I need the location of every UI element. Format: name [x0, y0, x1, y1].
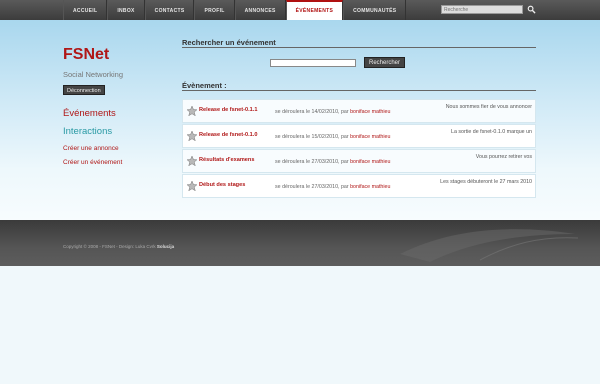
event-date-text: se déroulera le 27/03/2010, par	[275, 159, 351, 165]
logout-button[interactable]: Déconnection	[63, 85, 105, 95]
event-date-text: se déroulera le 15/02/2010, par	[275, 134, 351, 140]
search-section-title: Rechercher un événement	[182, 38, 276, 47]
star-icon	[186, 105, 198, 117]
events-section-title: Évènement :	[182, 81, 227, 90]
nav-contacts[interactable]: CONTACTS	[144, 0, 195, 20]
event-date: se déroulera le 15/02/2010, par boniface…	[275, 134, 390, 140]
site-tagline: Social Networking	[63, 70, 124, 79]
event-item: Résultats d'examens se déroulera le 27/0…	[182, 149, 536, 173]
nav-communautes[interactable]: COMMUNAUTÉS	[343, 0, 407, 20]
footer-swoosh-graphic	[400, 229, 579, 262]
event-title-link[interactable]: Release de fsnet-0.1.0	[199, 132, 257, 138]
events-list: Release de fsnet-0.1.1 se déroulera le 1…	[182, 99, 536, 199]
event-date: se déroulera le 27/03/2010, par boniface…	[275, 159, 390, 165]
section-divider	[182, 47, 536, 48]
global-search-input[interactable]	[441, 5, 523, 14]
event-author-link[interactable]: boniface mathieu	[350, 159, 390, 165]
event-description: Vous pourrez retirer vos	[475, 154, 532, 160]
nav-annonces[interactable]: ANNONCES	[234, 0, 286, 20]
main-nav: ACCUEIL INBOX CONTACTS PROFIL ANNONCES É…	[63, 0, 407, 20]
event-title-link[interactable]: Début des stages	[199, 182, 245, 188]
top-navigation-bar: ACCUEIL INBOX CONTACTS PROFIL ANNONCES É…	[0, 0, 600, 20]
nav-evenements[interactable]: ÉVÉNEMENTS	[285, 0, 344, 20]
site-logo[interactable]: FSNet	[63, 46, 109, 64]
event-description: Les stages débuteront le 27 mars 2010	[440, 179, 532, 185]
event-description: La sortie de fsnet-0.1.0 marque un	[451, 129, 532, 135]
event-description: Nous sommes fier de vous annoncer	[445, 104, 532, 110]
event-item: Release de fsnet-0.1.1 se déroulera le 1…	[182, 99, 536, 123]
create-announcement-link[interactable]: Créer une annonce	[63, 145, 119, 152]
nav-profil[interactable]: PROFIL	[194, 0, 235, 20]
search-icon[interactable]	[527, 5, 536, 14]
event-author-link[interactable]: boniface mathieu	[350, 184, 390, 190]
search-button[interactable]: Rechercher	[364, 57, 406, 68]
event-search-input[interactable]	[270, 59, 356, 67]
event-title-link[interactable]: Résultats d'examens	[199, 157, 254, 163]
event-date-text: se déroulera le 27/03/2010, par	[275, 184, 351, 190]
section-divider	[182, 90, 536, 91]
nav-inbox[interactable]: INBOX	[107, 0, 145, 20]
event-date-text: se déroulera le 14/02/2010, par	[275, 109, 351, 115]
event-author-link[interactable]: boniface mathieu	[350, 109, 390, 115]
copyright-text: Copyright © 2008 - FSNet - Design: Luka …	[63, 244, 156, 249]
event-date: se déroulera le 27/03/2010, par boniface…	[275, 184, 390, 190]
event-date: se déroulera le 14/02/2010, par boniface…	[275, 109, 390, 115]
event-author-link[interactable]: boniface mathieu	[350, 134, 390, 140]
event-item: Début des stages se déroulera le 27/03/2…	[182, 174, 536, 198]
event-item: Release de fsnet-0.1.0 se déroulera le 1…	[182, 124, 536, 148]
sidebar-heading-events[interactable]: Événements	[63, 108, 116, 119]
star-icon	[186, 155, 198, 167]
footer-copyright: Copyright © 2008 - FSNet - Design: Luka …	[63, 244, 174, 249]
event-title-link[interactable]: Release de fsnet-0.1.1	[199, 107, 257, 113]
create-event-link[interactable]: Créer un événement	[63, 159, 122, 166]
nav-accueil[interactable]: ACCUEIL	[63, 0, 108, 20]
sidebar-heading-interactions[interactable]: Interactions	[63, 126, 112, 137]
star-icon	[186, 130, 198, 142]
footer-brand-link[interactable]: Solucija	[157, 244, 174, 249]
star-icon	[186, 180, 198, 192]
